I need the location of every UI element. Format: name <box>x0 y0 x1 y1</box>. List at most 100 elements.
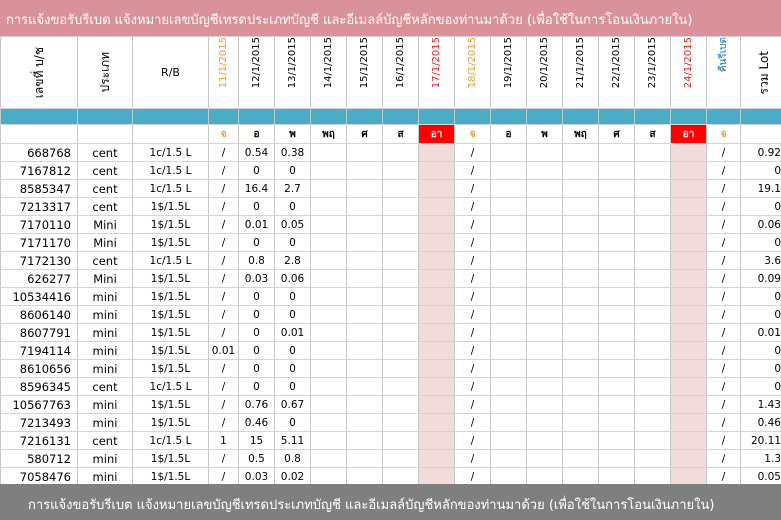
value-cell[interactable]: 0 <box>274 287 311 306</box>
value-cell[interactable]: 0.01 <box>274 323 311 342</box>
value-cell[interactable] <box>382 161 419 180</box>
value-cell[interactable]: 0.38 <box>274 143 311 162</box>
weekday-cell[interactable]: ส <box>382 124 419 144</box>
value-cell[interactable]: 0.76 <box>238 395 275 414</box>
weekday-cell[interactable]: พฤ <box>562 124 599 144</box>
value-cell[interactable] <box>598 413 635 432</box>
type-cell[interactable]: mini <box>77 359 133 378</box>
value-cell[interactable]: / <box>454 161 491 180</box>
value-cell[interactable]: / <box>706 431 741 450</box>
value-cell[interactable]: 0 <box>274 377 311 396</box>
weekday-cell[interactable]: ศ <box>346 124 383 144</box>
total-cell[interactable]: 0 <box>740 359 781 378</box>
value-cell[interactable]: / <box>454 251 491 270</box>
value-cell[interactable] <box>490 305 527 324</box>
value-cell[interactable] <box>346 269 383 288</box>
value-cell[interactable] <box>670 197 707 216</box>
value-cell[interactable] <box>526 323 563 342</box>
value-cell[interactable] <box>490 467 527 486</box>
account-cell[interactable]: 7167812 <box>0 161 78 180</box>
type-cell[interactable]: cent <box>77 377 133 396</box>
value-cell[interactable]: / <box>706 197 741 216</box>
account-cell[interactable]: 668768 <box>0 143 78 162</box>
rb-cell[interactable]: 1$/1.5L <box>132 341 209 360</box>
value-cell[interactable] <box>670 233 707 252</box>
value-cell[interactable]: 0.02 <box>274 467 311 486</box>
value-cell[interactable]: / <box>208 413 239 432</box>
value-cell[interactable] <box>310 197 347 216</box>
value-cell[interactable]: / <box>454 215 491 234</box>
weekday-cell[interactable]: อ <box>490 124 527 144</box>
total-cell[interactable]: 0 <box>740 233 781 252</box>
value-cell[interactable] <box>526 467 563 486</box>
value-cell[interactable] <box>562 143 599 162</box>
account-cell[interactable]: 8596345 <box>0 377 78 396</box>
value-cell[interactable] <box>670 395 707 414</box>
value-cell[interactable] <box>562 395 599 414</box>
teal-cell[interactable] <box>77 108 133 125</box>
type-cell[interactable]: mini <box>77 287 133 306</box>
value-cell[interactable] <box>310 359 347 378</box>
value-cell[interactable] <box>310 215 347 234</box>
value-cell[interactable] <box>634 197 671 216</box>
account-cell[interactable]: 10534416 <box>0 287 78 306</box>
type-cell[interactable]: mini <box>77 323 133 342</box>
value-cell[interactable]: 2.7 <box>274 179 311 198</box>
value-cell[interactable]: / <box>706 269 741 288</box>
header-date[interactable]: 20/1/2015 <box>526 36 563 109</box>
rb-cell[interactable]: 1c/1.5 L <box>132 251 209 270</box>
value-cell[interactable] <box>490 161 527 180</box>
total-cell[interactable]: 0 <box>740 341 781 360</box>
header-date[interactable]: 12/1/2015 <box>238 36 275 109</box>
value-cell[interactable] <box>346 305 383 324</box>
teal-cell[interactable] <box>0 108 78 125</box>
value-cell[interactable] <box>526 431 563 450</box>
value-cell[interactable]: / <box>706 233 741 252</box>
value-cell[interactable]: / <box>454 359 491 378</box>
value-cell[interactable]: / <box>208 323 239 342</box>
value-cell[interactable] <box>598 341 635 360</box>
value-cell[interactable]: / <box>208 233 239 252</box>
value-cell[interactable]: 0.03 <box>238 467 275 486</box>
value-cell[interactable] <box>346 143 383 162</box>
value-cell[interactable] <box>634 287 671 306</box>
value-cell[interactable] <box>382 431 419 450</box>
teal-cell[interactable] <box>382 108 419 125</box>
weekday-cell[interactable]: พ <box>526 124 563 144</box>
value-cell[interactable]: / <box>454 305 491 324</box>
value-cell[interactable] <box>634 269 671 288</box>
value-cell[interactable]: / <box>706 359 741 378</box>
value-cell[interactable] <box>310 161 347 180</box>
value-cell[interactable] <box>562 467 599 486</box>
value-cell[interactable]: 0 <box>238 359 275 378</box>
weekday-cell[interactable]: อ <box>238 124 275 144</box>
value-cell[interactable] <box>490 413 527 432</box>
header-date[interactable]: 19/1/2015 <box>490 36 527 109</box>
rb-cell[interactable]: 1$/1.5L <box>132 305 209 324</box>
value-cell[interactable] <box>562 449 599 468</box>
value-cell[interactable] <box>490 269 527 288</box>
value-cell[interactable] <box>382 323 419 342</box>
value-cell[interactable] <box>490 377 527 396</box>
value-cell[interactable] <box>418 431 455 450</box>
value-cell[interactable] <box>382 233 419 252</box>
weekday-cell[interactable]: จ <box>208 124 239 144</box>
header-date[interactable]: 22/1/2015 <box>598 36 635 109</box>
value-cell[interactable]: / <box>454 377 491 396</box>
type-cell[interactable]: cent <box>77 143 133 162</box>
value-cell[interactable] <box>670 467 707 486</box>
value-cell[interactable] <box>490 341 527 360</box>
value-cell[interactable] <box>418 413 455 432</box>
value-cell[interactable]: 0 <box>238 377 275 396</box>
value-cell[interactable]: / <box>706 395 741 414</box>
value-cell[interactable] <box>346 161 383 180</box>
total-cell[interactable]: 0 <box>740 287 781 306</box>
value-cell[interactable]: 0.54 <box>238 143 275 162</box>
teal-cell[interactable] <box>208 108 239 125</box>
value-cell[interactable] <box>346 377 383 396</box>
value-cell[interactable] <box>598 143 635 162</box>
value-cell[interactable] <box>526 233 563 252</box>
total-cell[interactable]: 0.09 <box>740 269 781 288</box>
rb-cell[interactable]: 1$/1.5L <box>132 197 209 216</box>
value-cell[interactable] <box>670 323 707 342</box>
